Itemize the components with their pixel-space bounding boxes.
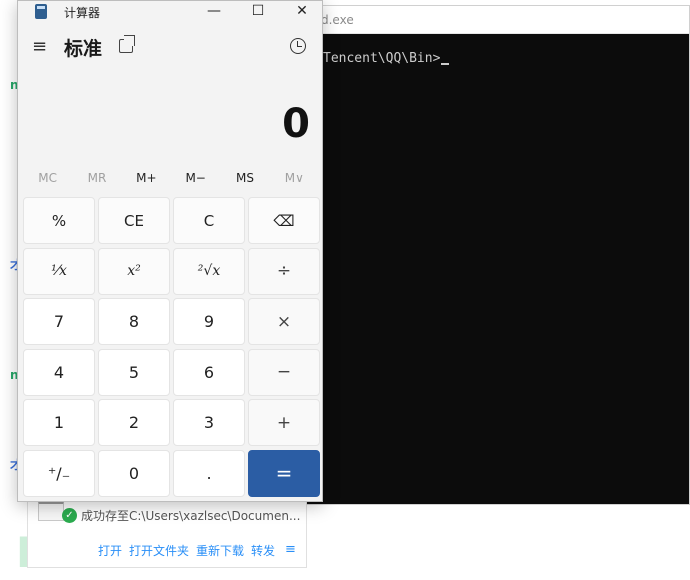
console-prompt[interactable]: Tencent\QQ\Bin> xyxy=(323,51,450,66)
console-window[interactable]: d.exe Tencent\QQ\Bin> xyxy=(300,5,690,505)
multiply-key[interactable]: × xyxy=(248,298,320,345)
menu-icon[interactable]: ≡ xyxy=(285,542,296,557)
digit-9-key[interactable]: 9 xyxy=(173,298,245,345)
digit-1-key[interactable]: 1 xyxy=(23,399,95,446)
download-status: 成功存至C:\Users\xazlsec\Documen... xyxy=(81,509,301,523)
memory-button[interactable]: MS xyxy=(220,171,269,189)
digit-6-key[interactable]: 6 xyxy=(173,348,245,396)
plus-key[interactable]: + xyxy=(248,399,320,446)
sqrt-key[interactable]: ²√x xyxy=(173,247,245,295)
text-cursor xyxy=(441,63,450,65)
digit-7-key[interactable]: 7 xyxy=(23,298,95,345)
digit-2-key[interactable]: 2 xyxy=(98,399,170,446)
digit-4-key[interactable]: 4 xyxy=(23,348,95,396)
clear-entry-key[interactable]: CE xyxy=(98,197,170,244)
memory-row: MC MR M+ M− MS M∨ xyxy=(23,171,319,189)
memory-button[interactable]: M− xyxy=(171,171,220,189)
memory-button[interactable]: MC xyxy=(23,171,72,189)
square-key[interactable]: x² xyxy=(98,247,170,295)
keep-on-top-icon[interactable] xyxy=(119,35,135,53)
digit-3-key[interactable]: 3 xyxy=(173,399,245,446)
hamburger-menu-icon[interactable]: ≡ xyxy=(32,36,47,57)
clear-key[interactable]: C xyxy=(173,197,245,244)
mode-title: 标准 xyxy=(64,38,103,60)
digit-8-key[interactable]: 8 xyxy=(98,298,170,345)
calculator-icon xyxy=(35,4,47,19)
reciprocal-key[interactable]: ¹⁄x xyxy=(23,247,95,295)
close-button[interactable]: ✕ xyxy=(280,1,324,21)
redownload-link[interactable]: 重新下载 xyxy=(196,544,244,558)
percent-key[interactable]: % xyxy=(23,197,95,244)
file-icon xyxy=(38,501,64,521)
equals-key[interactable]: = xyxy=(248,449,320,497)
console-prompt-text: Tencent\QQ\Bin> xyxy=(323,51,441,66)
calculator-window: 计算器 — ☐ ✕ ≡ 标准 0 MC MR M+ M− MS M∨ % CE C ⌫ ¹⁄x x²… xyxy=(17,0,323,502)
minimize-button[interactable]: — xyxy=(192,1,236,21)
digit-0-key[interactable]: 0 xyxy=(98,449,170,497)
console-titlebar[interactable]: d.exe xyxy=(301,6,689,34)
backspace-key[interactable]: ⌫ xyxy=(248,197,320,244)
memory-button[interactable]: MR xyxy=(72,171,121,189)
window-title: 计算器 xyxy=(64,6,101,20)
download-actions: 打开 打开文件夹 重新下载 转发 xyxy=(98,542,282,559)
memory-button[interactable]: M+ xyxy=(122,171,171,189)
titlebar[interactable]: 计算器 — ☐ ✕ xyxy=(18,1,322,23)
download-panel: ✓ 成功存至C:\Users\xazlsec\Documen... 打开 打开文件… xyxy=(27,496,307,568)
console-title: d.exe xyxy=(321,13,354,27)
open-folder-link[interactable]: 打开文件夹 xyxy=(129,544,189,558)
divide-key[interactable]: ÷ xyxy=(248,247,320,295)
digit-5-key[interactable]: 5 xyxy=(98,348,170,396)
minus-key[interactable]: − xyxy=(248,348,320,396)
memory-button[interactable]: M∨ xyxy=(270,171,319,189)
forward-link[interactable]: 转发 xyxy=(251,544,275,558)
decimal-key[interactable]: . xyxy=(173,449,245,497)
result-display: 0 xyxy=(282,101,310,147)
negate-key[interactable]: ⁺/₋ xyxy=(23,449,95,497)
open-link[interactable]: 打开 xyxy=(98,544,122,558)
maximize-button[interactable]: ☐ xyxy=(236,1,280,21)
success-check-icon: ✓ xyxy=(62,508,77,523)
history-icon[interactable] xyxy=(290,38,306,54)
